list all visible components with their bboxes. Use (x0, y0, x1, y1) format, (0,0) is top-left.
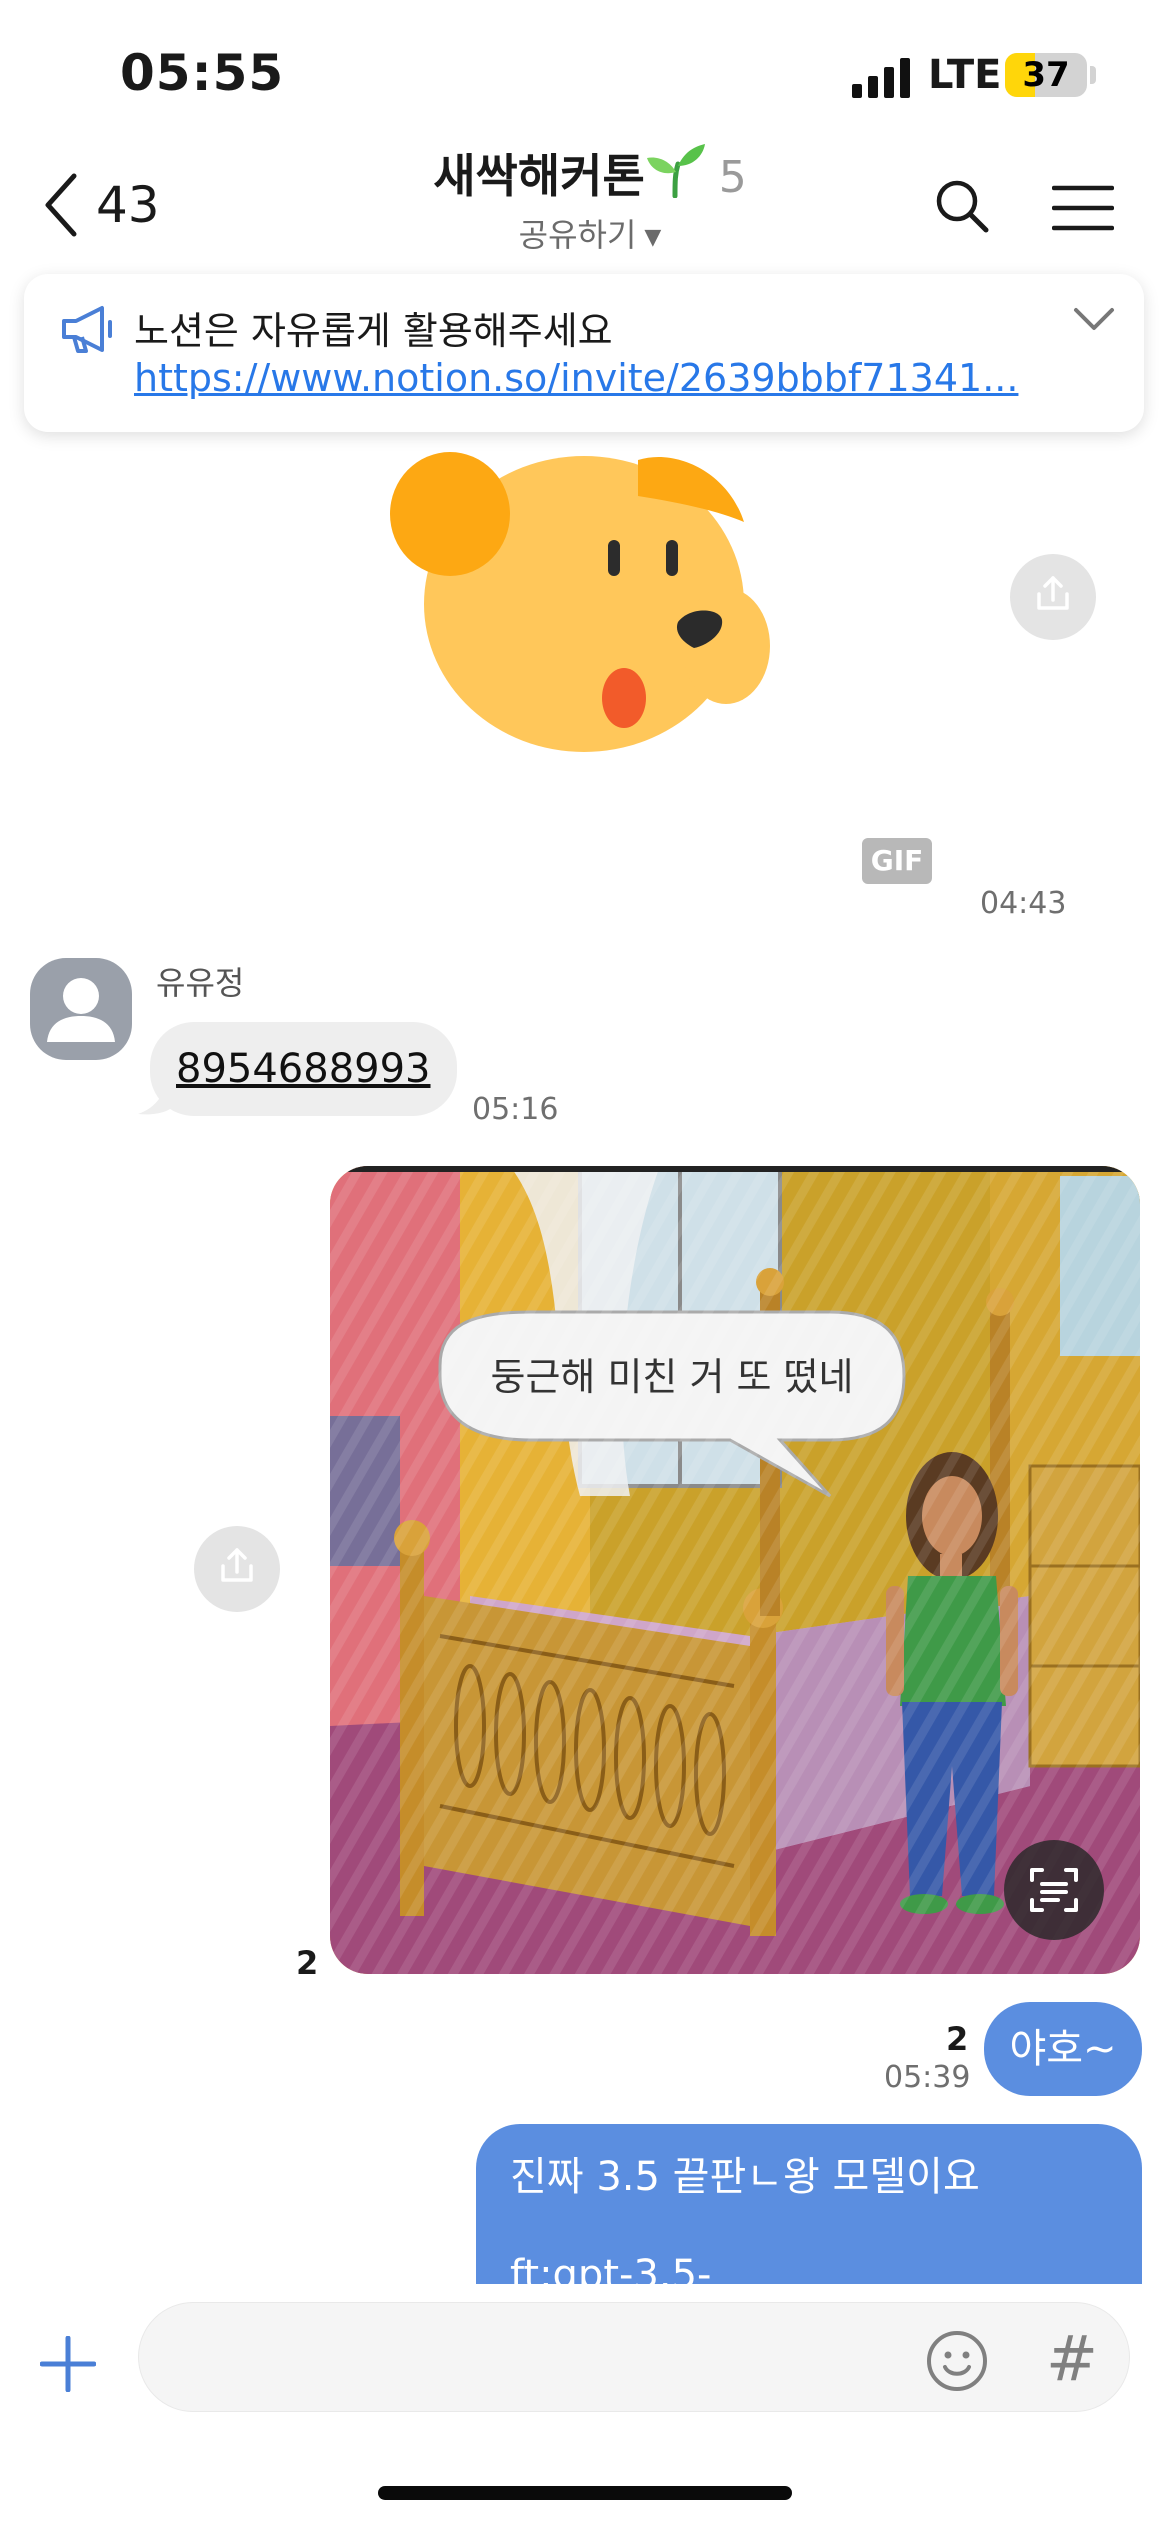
member-count: 5 (718, 152, 747, 203)
battery-percent: 37 (1022, 55, 1070, 95)
notice-link[interactable]: https://www.notion.so/invite/2639bbbf713… (134, 356, 1054, 400)
chevron-down-icon[interactable] (1072, 304, 1116, 334)
outgoing-message-bubble[interactable]: 야호~ (984, 2002, 1142, 2096)
unread-count: 2 (296, 1944, 319, 1982)
hamburger-menu-icon[interactable] (1052, 184, 1114, 232)
incoming-message-bubble[interactable]: 8954688993 (150, 1022, 457, 1116)
notice-title: 노션은 자유롭게 활용해주세요 (134, 309, 613, 353)
person-icon (47, 978, 115, 1042)
search-icon[interactable] (934, 178, 990, 234)
back-chevron-icon[interactable] (40, 170, 84, 240)
notice-banner[interactable]: 노션은 자유롭게 활용해주세요 https://www.notion.so/in… (24, 274, 1144, 432)
message-time: 04:43 (980, 886, 1067, 921)
message-time: 05:16 (472, 1092, 559, 1127)
chat-title-group[interactable]: 새싹해커톤 5 (420, 140, 760, 206)
message-line: ft:gpt-3.5- (510, 2252, 712, 2284)
gif-badge: GIF (862, 838, 932, 884)
share-dropdown[interactable]: 공유하기 ▼ (470, 210, 710, 256)
message-time: 05:39 (884, 2060, 971, 2095)
unread-count: 2 (946, 2020, 969, 2058)
emoji-icon[interactable] (926, 2330, 988, 2392)
signal-icon (852, 58, 910, 98)
avatar[interactable] (30, 958, 132, 1060)
speech-bubble-text: 둥근해 미친 거 또 떴네 (490, 1355, 854, 1399)
battery-tip (1090, 66, 1096, 84)
outgoing-message-bubble[interactable]: 진짜 3.5 끝판ㄴ왕 모델이요 ft:gpt-3.5- (476, 2124, 1142, 2284)
text-scan-button[interactable] (1004, 1840, 1104, 1940)
message-line: 진짜 3.5 끝판ㄴ왕 모델이요 (510, 2154, 980, 2200)
dog-sticker[interactable] (376, 436, 776, 766)
chat-title: 새싹해커톤 (433, 149, 645, 203)
share-button[interactable] (194, 1526, 280, 1612)
status-time: 05:55 (120, 44, 285, 102)
photo-top-edge (330, 1166, 1140, 1172)
share-icon (221, 1548, 253, 1582)
share-label: 공유하기 (518, 216, 637, 254)
sender-name: 유유정 (156, 964, 245, 1002)
share-button[interactable] (1010, 554, 1096, 640)
scan-text-icon (1030, 1868, 1078, 1912)
plus-icon[interactable] (40, 2336, 96, 2392)
back-unread-count[interactable]: 43 (96, 176, 160, 234)
home-indicator (378, 2486, 792, 2500)
caret-down-icon: ▼ (644, 224, 662, 250)
network-label: LTE (928, 52, 1002, 98)
share-icon (1037, 576, 1069, 610)
battery-icon: 37 (1005, 53, 1087, 97)
hashtag-icon[interactable]: # (1046, 2322, 1098, 2395)
megaphone-icon (62, 306, 112, 353)
sprout-emoji-icon (646, 144, 705, 198)
